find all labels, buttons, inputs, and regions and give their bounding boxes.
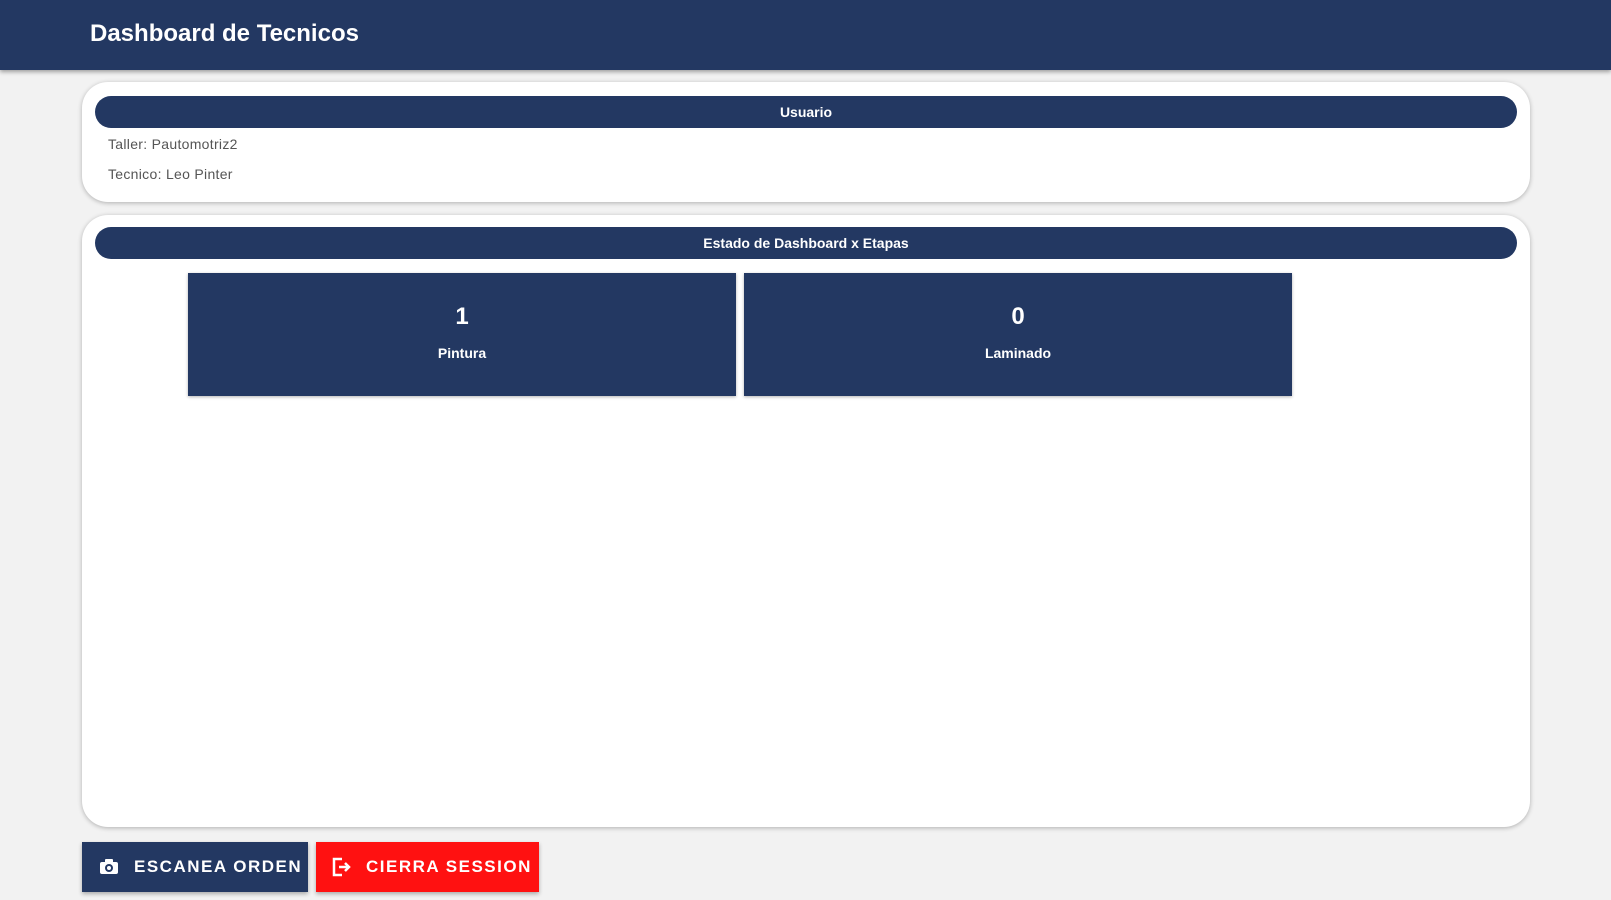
page-title: Dashboard de Tecnicos (90, 20, 359, 47)
dashboard-card-header: Estado de Dashboard x Etapas (95, 227, 1517, 259)
scan-order-button[interactable]: ESCANEA ORDEN (82, 842, 308, 892)
stage-count: 0 (1011, 303, 1025, 330)
user-card: Usuario Taller: Pautomotriz2 Tecnico: Le… (82, 82, 1530, 202)
app-header: Dashboard de Tecnicos (0, 0, 1611, 70)
dashboard-card: Estado de Dashboard x Etapas 1 Pintura 0… (82, 215, 1530, 827)
stage-count: 1 (455, 303, 469, 330)
stage-label: Pintura (437, 345, 487, 361)
taller-text: Taller: Pautomotriz2 (108, 136, 238, 152)
logout-label: CIERRA SESSION (366, 857, 532, 876)
exit-icon (330, 856, 352, 878)
stage-tile-laminado[interactable]: 0 Laminado (744, 273, 1292, 396)
stage-tile-pintura[interactable]: 1 Pintura (188, 273, 736, 396)
camera-icon (98, 856, 120, 878)
scan-order-label: ESCANEA ORDEN (134, 857, 303, 876)
stage-label: Laminado (984, 345, 1052, 361)
tecnico-text: Tecnico: Leo Pinter (108, 166, 233, 182)
user-card-header: Usuario (95, 96, 1517, 128)
logout-button[interactable]: CIERRA SESSION (316, 842, 539, 892)
